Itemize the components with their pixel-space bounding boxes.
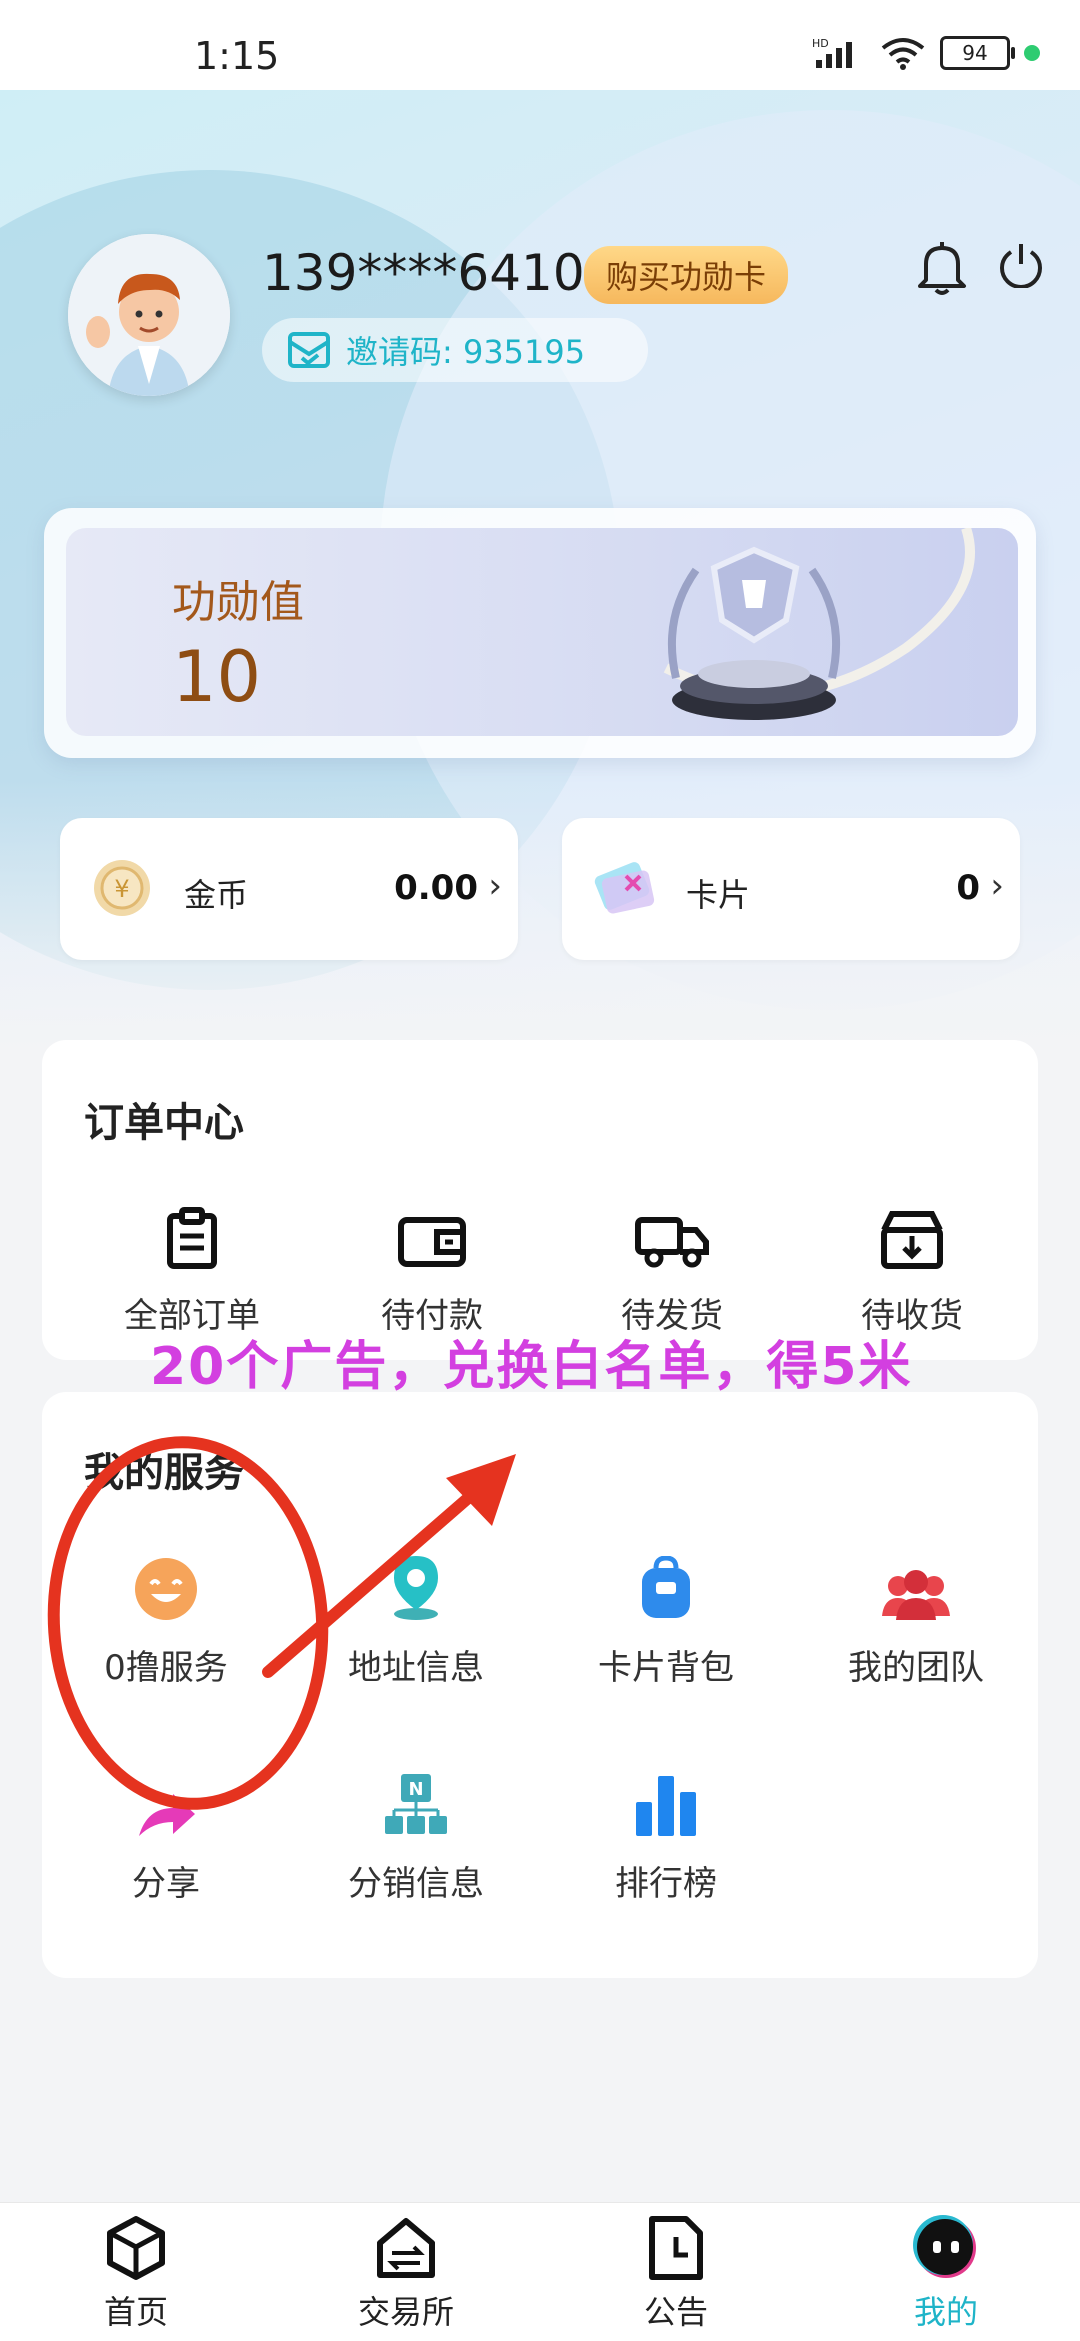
nav-notice[interactable]: 公告 [586, 2215, 766, 2333]
wallet-icon [398, 1217, 466, 1267]
team-icon [882, 1570, 950, 1620]
service-card-backpack-label: 卡片背包 [598, 1648, 734, 1688]
nav-profile[interactable]: 我的 [856, 2215, 1036, 2333]
backpack-icon [642, 1556, 690, 1618]
envelope-check-icon [288, 332, 330, 368]
coin-icon: ¥ [94, 860, 150, 916]
order-all-button[interactable]: 全部订单 [82, 1190, 302, 1337]
svg-text:N: N [408, 1779, 423, 1800]
service-card-backpack-button[interactable]: 卡片背包 [556, 1542, 776, 1689]
orders-section: 订单中心 全部订单 待付款 待发货 待收货 [42, 1040, 1038, 1360]
nav-notice-label: 公告 [643, 2293, 708, 2331]
phone-number: 139****6410 [262, 244, 585, 302]
nav-profile-label: 我的 [913, 2293, 978, 2331]
avatar[interactable] [68, 234, 230, 396]
order-pending-payment-button[interactable]: 待付款 [322, 1190, 542, 1337]
nav-home[interactable]: 首页 [46, 2215, 226, 2333]
service-leaderboard-label: 排行榜 [615, 1864, 717, 1904]
status-bar: 1:15 HD 94 [0, 0, 1080, 90]
coins-value: 0.00 [394, 868, 478, 908]
annotation-arrow-icon [262, 1454, 516, 1678]
cube-icon [107, 2216, 165, 2280]
gift-card-icon [594, 862, 655, 914]
buy-medal-card-button[interactable]: 购买功勋卡 [584, 246, 789, 304]
coins-tile[interactable]: ¥ 金币 0.00 › [60, 818, 518, 960]
bar-chart-icon [636, 1776, 696, 1836]
bell-icon[interactable] [914, 238, 970, 296]
bottom-nav: 首页 交易所 公告 我的 [0, 2202, 1080, 2341]
wifi-icon [881, 38, 925, 70]
order-pending-receipt-button[interactable]: 待收货 [802, 1190, 1022, 1337]
truck-icon [635, 1217, 709, 1268]
service-my-team-button[interactable]: 我的团队 [806, 1542, 1026, 1689]
power-icon[interactable] [998, 242, 1044, 288]
profile-face-icon [913, 2215, 976, 2278]
nav-exchange[interactable]: 交易所 [316, 2215, 496, 2333]
svg-text:HD: HD [812, 37, 829, 50]
order-pending-shipment-button[interactable]: 待发货 [562, 1190, 782, 1337]
avatar-image [68, 234, 230, 396]
invite-code-text: 邀请码: 935195 [346, 333, 586, 371]
status-time: 1:15 [194, 34, 280, 78]
merit-value: 10 [172, 636, 262, 718]
exchange-house-icon [377, 2218, 435, 2278]
inbox-download-icon [881, 1211, 943, 1269]
svg-text:¥: ¥ [114, 875, 129, 903]
service-distribution-button[interactable]: N 分销信息 [306, 1758, 526, 1905]
hd-signal-icon: HD [812, 37, 852, 68]
coins-label: 金币 [184, 876, 249, 914]
service-leaderboard-button[interactable]: 排行榜 [556, 1758, 776, 1905]
hierarchy-icon: N [385, 1774, 447, 1834]
notice-clock-icon [649, 2216, 703, 2280]
chevron-right-icon: › [488, 866, 502, 906]
nav-home-label: 首页 [103, 2293, 168, 2331]
status-icons: HD 94 [812, 36, 1040, 70]
green-dot-icon [1024, 45, 1040, 61]
merit-label: 功勋值 [172, 577, 304, 628]
chevron-right-icon: › [990, 866, 1004, 906]
service-distribution-label: 分销信息 [348, 1864, 484, 1904]
nav-exchange-label: 交易所 [357, 2293, 454, 2331]
invite-code-pill[interactable]: 邀请码: 935195 [262, 318, 648, 382]
battery-icon: 94 [940, 36, 1015, 70]
cards-value: 0 [956, 868, 980, 908]
cards-tile[interactable]: 卡片 0 › [562, 818, 1020, 960]
service-share-label: 分享 [132, 1864, 200, 1904]
service-my-team-label: 我的团队 [848, 1648, 984, 1688]
clipboard-icon [167, 1207, 217, 1269]
orders-title: 订单中心 [84, 1100, 244, 1146]
battery-level: 94 [962, 41, 988, 65]
cards-label: 卡片 [686, 876, 751, 914]
annotation-text: 20个广告，兑换白名单，得5米 [150, 1337, 913, 1397]
